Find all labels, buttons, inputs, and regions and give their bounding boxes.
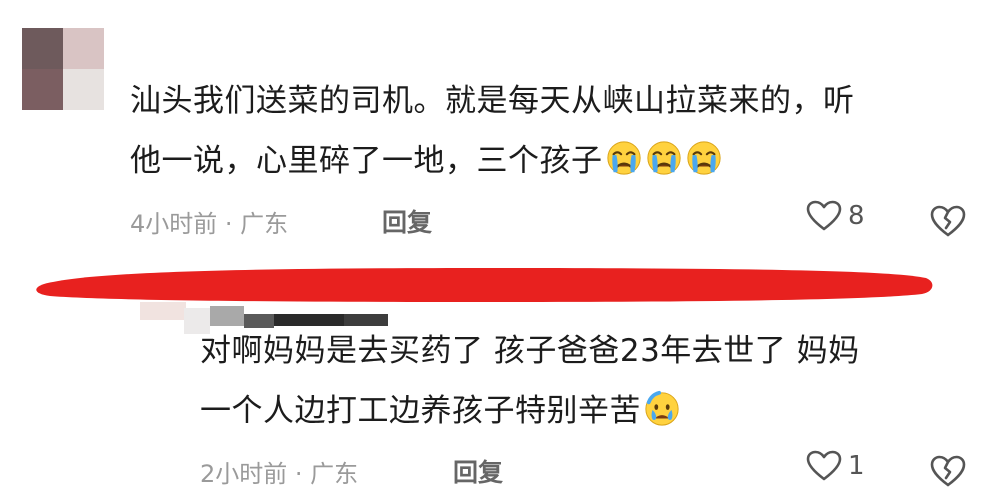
comment-meta: 2小时前 · 广东 (200, 460, 359, 488)
heart-outline-icon (806, 450, 842, 481)
comment-text-fragment: 他一说，心里碎了一地，三个孩子 (130, 143, 603, 179)
comment-text-line: 他一说，心里碎了一地，三个孩子 (130, 132, 723, 190)
broken-heart-icon[interactable] (930, 203, 966, 239)
reply-button[interactable]: 回复 (382, 203, 432, 239)
broken-heart-icon[interactable] (930, 453, 966, 489)
comment-text-line: 汕头我们送菜的司机。就是每天从峡山拉菜来的，听 (130, 83, 855, 119)
comment-text-line: 一个人边打工边养孩子特别辛苦 (200, 382, 681, 440)
red-highlight-stroke (36, 268, 933, 302)
like-count: 8 (848, 201, 865, 231)
comment-thread: 汕头我们送菜的司机。就是每天从峡山拉菜来的，听 他一说，心里碎了一地，三个孩子 … (0, 0, 996, 490)
crying-face-icon (606, 141, 641, 175)
avatar[interactable] (22, 28, 104, 110)
comment-meta: 4小时前 · 广东 (130, 210, 289, 238)
heart-outline-icon (806, 200, 842, 231)
like-button[interactable]: 1 (806, 450, 865, 482)
like-count: 1 (848, 451, 865, 481)
like-button[interactable]: 8 (806, 200, 865, 232)
crying-face-icon (646, 141, 681, 175)
sad-sweat-face-icon (645, 390, 679, 426)
comment-text-fragment: 一个人边打工边养孩子特别辛苦 (200, 393, 641, 429)
crying-face-icon (686, 141, 721, 175)
comment-text-line: 对啊妈妈是去买药了 孩子爸爸23年去世了 妈妈 (200, 333, 860, 369)
reply-button[interactable]: 回复 (453, 453, 503, 489)
